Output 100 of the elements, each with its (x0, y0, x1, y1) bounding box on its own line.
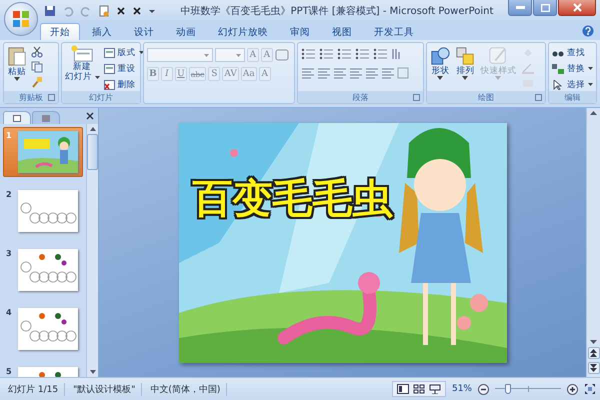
close-button[interactable] (558, 0, 596, 16)
ribbon-tab[interactable]: 开发工具 (364, 23, 424, 40)
list-icon[interactable] (336, 48, 353, 60)
caret-icon[interactable] (148, 7, 156, 15)
dialog-launcher-icon[interactable] (48, 94, 55, 100)
cursor-icon (552, 80, 564, 90)
shapes-icon (430, 46, 450, 66)
caterpillar-drawing (18, 249, 78, 291)
ribbon-tab[interactable]: 动画 (166, 23, 206, 40)
caterpillar-drawing (18, 190, 78, 232)
previous-slide-button[interactable] (588, 347, 600, 359)
down-arrow-icon (590, 340, 597, 344)
close-icon (572, 3, 582, 12)
caret-icon (588, 83, 593, 86)
zoom-level[interactable]: 51% (452, 384, 472, 394)
group-label: 剪贴板 (18, 92, 43, 102)
slide-command-button[interactable]: 版式 (104, 46, 144, 59)
zoom-out-icon[interactable] (478, 384, 489, 394)
slide-thumbnail[interactable]: 3 (3, 245, 83, 295)
scrollbar[interactable] (86, 124, 98, 377)
slide-thumbnail[interactable]: 5 (3, 363, 83, 377)
slide-thumbnail[interactable]: 2 (3, 186, 83, 236)
double-up-arrow-icon (590, 349, 597, 357)
arrange-button[interactable]: 排列 (455, 46, 476, 80)
slide-command-button[interactable]: 重设 (104, 62, 144, 75)
dialog-launcher-icon[interactable] (413, 94, 420, 100)
new-slide-button[interactable]: 新建 幻灯片 (64, 45, 100, 82)
normal-view-icon[interactable] (396, 384, 409, 394)
ribbon-tab[interactable]: 设计 (124, 23, 164, 40)
align-icon[interactable] (364, 67, 379, 79)
ribbon-tab[interactable]: 视图 (322, 23, 362, 40)
slides-tab[interactable] (3, 111, 31, 124)
shapes-button[interactable]: 形状 (430, 46, 450, 80)
slide-layout-icon (104, 64, 115, 74)
help-icon[interactable] (582, 25, 594, 37)
dialog-launcher-icon[interactable] (535, 94, 542, 100)
ribbon-tab[interactable]: 幻灯片放映 (208, 23, 278, 40)
align-icon[interactable] (300, 67, 315, 79)
copy-icon[interactable] (31, 61, 43, 73)
paste-button[interactable]: 粘贴 (7, 45, 27, 81)
align-icon[interactable] (316, 67, 331, 79)
group-label: 绘图 (478, 92, 494, 102)
zoom-in-icon[interactable] (567, 384, 578, 394)
delete-slide-icon (104, 80, 115, 90)
caret-icon (94, 76, 100, 79)
ribbon-tab[interactable]: 审阅 (280, 23, 320, 40)
caret-icon (495, 76, 502, 80)
slide-number: 2 (6, 190, 13, 199)
clipboard-icon (7, 45, 27, 67)
slide-sorter-icon[interactable] (412, 384, 425, 394)
caret-icon (437, 76, 444, 80)
brush-icon (488, 46, 508, 66)
list-icon[interactable] (354, 48, 371, 60)
arrange-icon (455, 46, 476, 66)
align-icon[interactable] (332, 67, 347, 79)
language-status: 中文(简体，中国) (148, 382, 228, 396)
ribbon-tab[interactable]: 开始 (40, 23, 80, 40)
list-icon[interactable] (318, 48, 335, 60)
document-icon[interactable] (98, 5, 110, 17)
caret-icon (14, 77, 20, 81)
group-label: 幻灯片 (88, 92, 113, 102)
slideshow-icon[interactable] (428, 384, 441, 394)
align-icon[interactable] (380, 67, 395, 79)
list-icon[interactable] (300, 48, 317, 60)
list-icon[interactable] (372, 48, 389, 60)
office-button[interactable] (4, 2, 38, 36)
slide-number: 5 (6, 367, 13, 376)
slide-title: 百变毛毛虫 (192, 174, 392, 224)
up-arrow-icon (590, 111, 597, 115)
theme-name: "默认设计模板" (71, 382, 142, 396)
logo-icon (10, 8, 32, 30)
slide-command-button[interactable]: 删除 (104, 78, 144, 91)
up-arrow-icon (90, 127, 96, 131)
scrollbar-thumb[interactable] (87, 134, 98, 170)
find-button[interactable]: 查找 (552, 46, 593, 59)
close-icon[interactable] (86, 112, 94, 120)
scrollbar[interactable] (586, 108, 600, 377)
slide-thumbnail[interactable]: 4 (3, 304, 83, 354)
close-icon[interactable] (116, 6, 126, 16)
select-button[interactable]: 选择 (552, 78, 593, 91)
fit-to-window-icon[interactable] (584, 383, 596, 395)
slide-number: 4 (6, 308, 13, 317)
next-slide-button[interactable] (588, 362, 600, 374)
scissors-icon[interactable] (31, 46, 43, 58)
align-icon[interactable] (348, 67, 363, 79)
slide-number: 3 (6, 249, 13, 258)
caret-icon (588, 67, 593, 70)
maximize-button[interactable] (533, 0, 557, 16)
close-icon[interactable] (132, 6, 142, 16)
group-label: 编辑 (564, 92, 580, 102)
slide-layout-icon (104, 48, 115, 58)
replace-button[interactable]: 替换 (552, 62, 593, 75)
minimize-button[interactable] (508, 0, 532, 16)
minimize-icon (516, 6, 524, 9)
brush-icon[interactable] (31, 76, 43, 88)
outline-icon (42, 114, 50, 122)
save-icon[interactable] (44, 5, 56, 17)
caterpillar-drawing (18, 308, 78, 350)
zoom-slider[interactable] (495, 383, 561, 395)
ribbon-tab[interactable]: 插入 (82, 23, 122, 40)
